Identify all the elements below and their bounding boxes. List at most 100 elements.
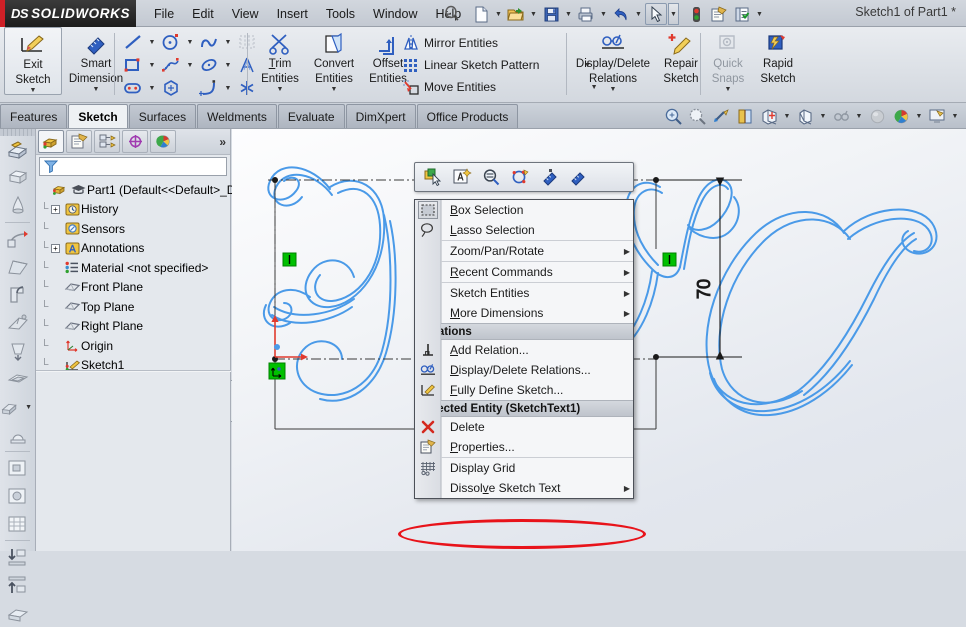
chamfer-icon[interactable] — [0, 309, 35, 337]
arc-icon[interactable] — [196, 78, 222, 99]
undo-caret-icon[interactable]: ▼ — [633, 3, 644, 25]
menu-edit[interactable]: Edit — [183, 3, 223, 25]
menu-tools[interactable]: Tools — [317, 3, 364, 25]
dimension-icon[interactable] — [568, 167, 588, 187]
rail-grip[interactable] — [0, 129, 35, 136]
tab-office-products[interactable]: Office Products — [416, 104, 519, 128]
view-orientation-caret-icon[interactable]: ▼ — [782, 113, 792, 120]
spline-pts-icon[interactable] — [158, 55, 184, 76]
move-entities-command[interactable]: Move Entities ▼ — [398, 76, 600, 98]
spline-caret-icon[interactable]: ▼ — [222, 39, 234, 46]
display-delete-relations-button[interactable]: Display/Delete Relations ▼ — [572, 27, 654, 93]
customize-icon[interactable] — [731, 3, 753, 25]
annotations-expander[interactable]: + — [51, 243, 60, 253]
save-caret-icon[interactable]: ▼ — [563, 3, 574, 25]
new-document-icon[interactable] — [470, 3, 492, 25]
zoom-to-fit-icon[interactable] — [662, 105, 684, 127]
line-icon[interactable] — [120, 32, 146, 53]
smart-dimension-icon[interactable] — [539, 167, 559, 187]
display-manager-caret-icon[interactable]: ▼ — [950, 113, 960, 120]
hide-show-caret-icon[interactable]: ▼ — [854, 113, 864, 120]
smart-dimension-dropdown-icon[interactable]: ▼ — [93, 86, 100, 93]
extruded-cut-icon[interactable] — [0, 164, 35, 192]
options-icon[interactable] — [708, 3, 730, 25]
pushpin-icon[interactable] — [443, 5, 461, 23]
spline-pts-caret-icon[interactable]: ▼ — [184, 62, 196, 69]
shell-icon[interactable] — [0, 365, 35, 393]
property-manager-tab[interactable] — [66, 130, 92, 153]
quick-snaps-button[interactable]: Quick Snaps ▼ — [704, 27, 752, 93]
new-document-caret-icon[interactable]: ▼ — [493, 3, 504, 25]
rib-icon[interactable]: ▼ — [0, 393, 35, 421]
revolved-boss-icon[interactable] — [0, 192, 35, 220]
section-view-icon[interactable] — [734, 105, 756, 127]
exit-sketch-button[interactable]: Exit Sketch ▼ — [4, 27, 62, 95]
draft-icon[interactable] — [0, 337, 35, 365]
circle-caret-icon[interactable]: ▼ — [184, 39, 196, 46]
sweep-icon[interactable] — [0, 225, 35, 253]
display-style-caret-icon[interactable]: ▼ — [818, 113, 828, 120]
menu-item-delete[interactable]: Delete — [415, 417, 633, 437]
display-manager-tab[interactable] — [150, 130, 176, 153]
mirror-pattern-icon[interactable] — [0, 510, 35, 538]
insert-annotation-icon[interactable] — [452, 167, 472, 187]
view-settings-caret-icon[interactable]: ▼ — [914, 113, 924, 120]
rebuild-icon[interactable] — [685, 3, 707, 25]
loft-icon[interactable] — [0, 253, 35, 281]
print-icon[interactable] — [575, 3, 597, 25]
menu-item-add-relation[interactable]: Add Relation... — [415, 340, 633, 360]
menu-window[interactable]: Window — [364, 3, 426, 25]
menu-item-sketch-entities[interactable]: Sketch Entities ▶ — [415, 283, 633, 303]
ellipse-icon[interactable] — [196, 55, 222, 76]
more-tabs-icon[interactable]: » — [219, 135, 226, 149]
quick-snaps-dropdown-icon[interactable]: ▼ — [725, 86, 732, 93]
tab-surfaces[interactable]: Surfaces — [128, 104, 197, 128]
rib-caret-icon[interactable]: ▼ — [25, 404, 32, 411]
spline-icon[interactable] — [196, 32, 222, 53]
tree-filter-bar[interactable] — [39, 157, 227, 176]
ellipse-caret-icon[interactable]: ▼ — [222, 62, 234, 69]
arc-caret-icon[interactable]: ▼ — [222, 85, 234, 92]
circular-pattern-icon[interactable] — [0, 482, 35, 510]
menu-item-recent-commands[interactable]: Recent Commands ▶ — [415, 262, 633, 282]
history-expander[interactable]: + — [51, 204, 60, 214]
menu-item-display-grid[interactable]: Display Grid — [415, 458, 633, 478]
tree-node-history[interactable]: └ + History — [39, 200, 230, 220]
apply-scene-icon[interactable] — [866, 105, 888, 127]
display-style-icon[interactable] — [794, 105, 816, 127]
circle-icon[interactable] — [158, 32, 184, 53]
tree-node-material[interactable]: └ Material <not specified> — [39, 258, 230, 278]
rapid-sketch-button[interactable]: Rapid Sketch — [752, 27, 804, 85]
reference-geometry-icon[interactable] — [0, 599, 35, 627]
tree-node-sensors[interactable]: └ Sensors — [39, 219, 230, 239]
view-orientation-icon[interactable] — [758, 105, 780, 127]
rectangle-caret-icon[interactable]: ▼ — [146, 62, 158, 69]
menu-item-lasso-selection[interactable]: Lasso Selection — [415, 220, 633, 240]
tree-node-top-plane[interactable]: └ Top Plane — [39, 297, 230, 317]
extruded-boss-icon[interactable] — [0, 136, 35, 164]
tree-node-annotations[interactable]: └ + Annotations — [39, 239, 230, 259]
configuration-manager-tab[interactable] — [94, 130, 120, 153]
trim-dropdown-icon[interactable]: ▼ — [277, 86, 284, 93]
menu-item-more-dimensions[interactable]: More Dimensions ▶ — [415, 303, 633, 323]
select-caret-icon[interactable]: ▼ — [668, 3, 679, 25]
tab-features[interactable]: Features — [0, 104, 68, 128]
zoom-selection-icon[interactable] — [481, 167, 501, 187]
open-document-icon[interactable] — [505, 3, 527, 25]
menu-file[interactable]: File — [145, 3, 183, 25]
tab-dimxpert[interactable]: DimXpert — [345, 104, 416, 128]
open-document-caret-icon[interactable]: ▼ — [528, 3, 539, 25]
print-caret-icon[interactable]: ▼ — [598, 3, 609, 25]
view-settings-icon[interactable] — [890, 105, 912, 127]
tab-evaluate[interactable]: Evaluate — [277, 104, 345, 128]
menu-item-box-selection[interactable]: Box Selection — [415, 200, 633, 220]
convert-entities-button[interactable]: Convert Entities ▼ — [306, 27, 362, 93]
slot-caret-icon[interactable]: ▼ — [146, 85, 158, 92]
undo-icon[interactable] — [610, 3, 632, 25]
feature-manager-tab[interactable] — [38, 130, 64, 153]
menu-insert[interactable]: Insert — [268, 3, 317, 25]
select-other-icon[interactable] — [423, 167, 443, 187]
sketch-relations-icon[interactable] — [510, 167, 530, 187]
tree-node-origin[interactable]: └ Origin — [39, 336, 230, 356]
menu-view[interactable]: View — [223, 3, 268, 25]
